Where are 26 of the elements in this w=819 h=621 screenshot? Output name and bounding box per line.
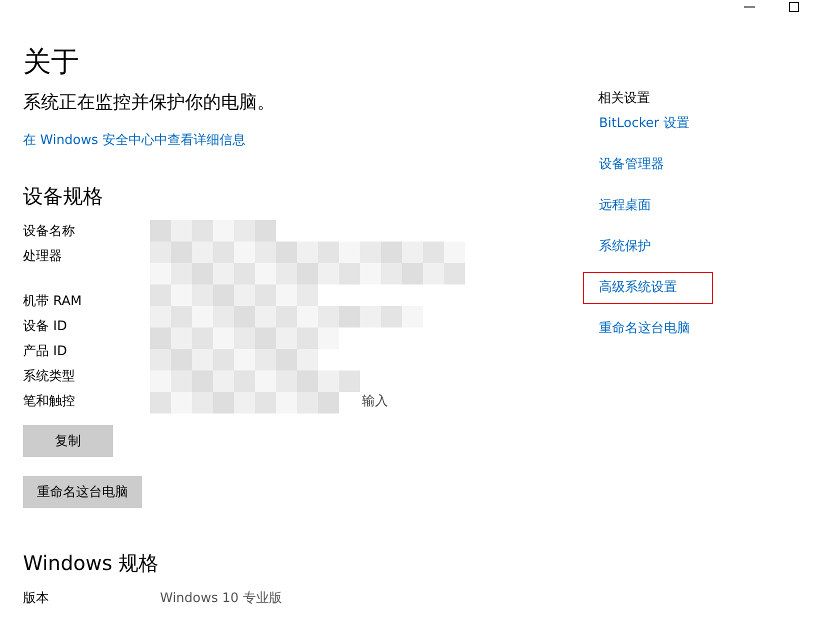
protection-status: 系统正在监控并保护你的电脑。 [23, 91, 275, 115]
spec-label: 设备名称 [23, 222, 76, 240]
settings-link[interactable]: 设备管理器 [583, 149, 680, 181]
action-button[interactable]: 重命名这台电脑 [23, 476, 142, 508]
spec-label: 处理器 [23, 248, 63, 265]
action-button[interactable]: 复制 [23, 425, 113, 457]
spec-value: Windows 10 专业版 [160, 590, 282, 606]
spec-label: 机带 RAM [23, 292, 83, 310]
settings-link[interactable]: 重命名这台电脑 [583, 313, 706, 345]
settings-link[interactable]: 高级系统设置 [583, 272, 713, 304]
minimize-icon[interactable] [744, 6, 755, 8]
section-heading: Windows 规格 [23, 550, 159, 577]
spec-label: 产品 ID [23, 342, 68, 360]
spec-label: 系统类型 [23, 368, 76, 384]
security-center-link[interactable]: 在 Windows 安全中心中查看详细信息 [23, 132, 246, 150]
settings-link[interactable]: BitLocker 设置 [583, 108, 706, 140]
spec-label: 版本 [23, 590, 50, 606]
settings-link[interactable]: 系统保护 [583, 231, 667, 263]
related-settings-heading: 相关设置 [598, 90, 650, 108]
maximize-icon[interactable] [789, 2, 799, 12]
settings-link[interactable]: 远程桌面 [583, 190, 667, 222]
spec-label: 设备 ID [23, 318, 68, 334]
section-heading: 设备规格 [23, 183, 103, 210]
spec-label: 笔和触控 [23, 392, 76, 410]
spec-value: 输入 [362, 392, 388, 410]
page-title: 关于 [23, 44, 79, 80]
